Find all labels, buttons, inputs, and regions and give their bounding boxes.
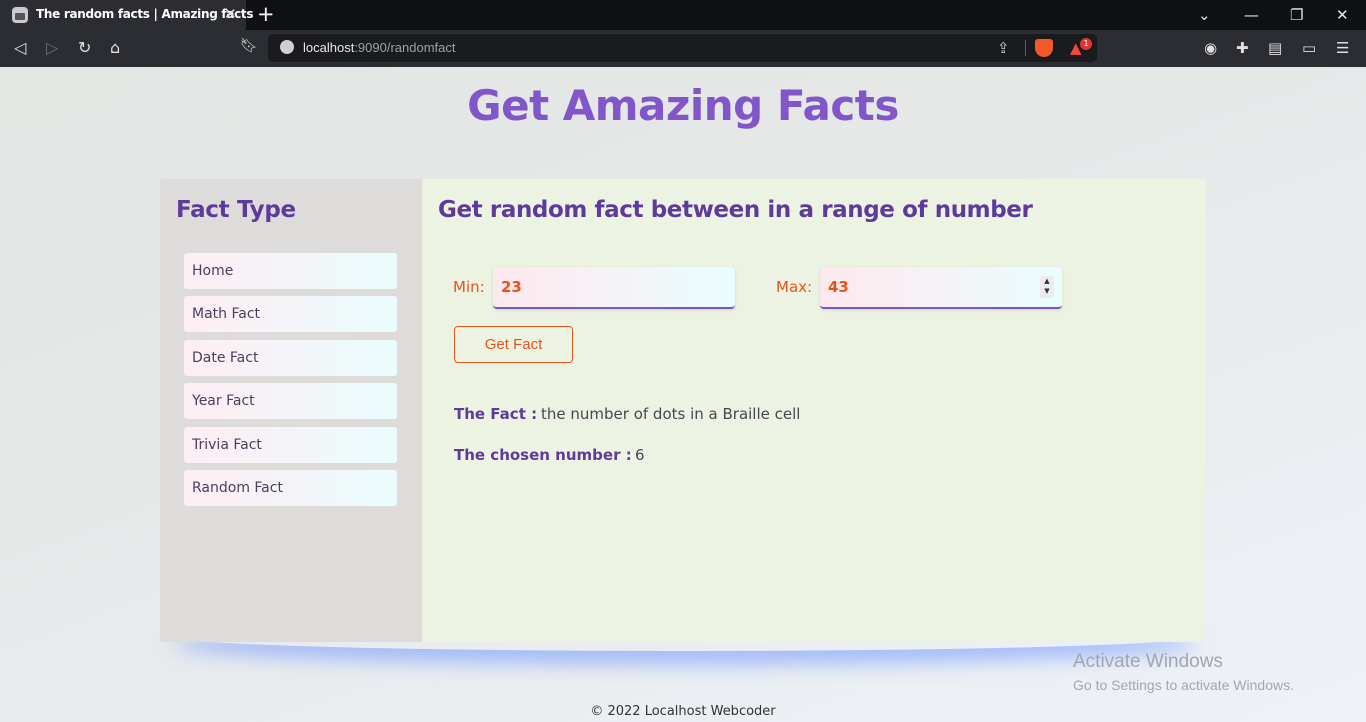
browser-toolbar: ◁ ▷ ↻ ⌂ 🔖︎ localhost:9090/randomfact ⇪ ▲… (0, 30, 1366, 67)
address-separator (1025, 40, 1026, 56)
min-input[interactable]: 23 (493, 267, 735, 309)
forward-icon[interactable]: ▷ (46, 38, 58, 57)
number-spinner-icon[interactable]: ▲ ▼ (1040, 276, 1054, 298)
browser-tab-bar: The random facts | Amazing facts ✕ + ⌄ —… (0, 0, 1366, 30)
get-fact-button[interactable]: Get Fact (454, 326, 573, 363)
main-panel: Get random fact between in a range of nu… (422, 179, 1206, 642)
chosen-number-value: 6 (635, 446, 645, 464)
back-icon[interactable]: ◁ (14, 38, 26, 57)
chosen-number-label: The chosen number : (454, 446, 632, 464)
restore-icon[interactable]: ❐ (1290, 6, 1303, 24)
fact-value: the number of dots in a Braille cell (541, 405, 801, 423)
nav-item-home[interactable]: Home (184, 253, 397, 289)
url-host: localhost (303, 40, 355, 55)
extensions-icon[interactable]: ✚ (1236, 39, 1249, 57)
main-title: Get random fact between in a range of nu… (438, 197, 1033, 223)
fact-label: The Fact : (454, 405, 538, 423)
nav-item-random-fact[interactable]: Random Fact (184, 470, 397, 506)
fact-card: Fact Type Home Math Fact Date Fact Year … (160, 179, 1206, 642)
page-content: Get Amazing Facts Fact Type Home Math Fa… (0, 67, 1366, 722)
sidebar-toggle-icon[interactable]: ▤ (1268, 39, 1282, 57)
activate-windows-title: Activate Windows (1073, 651, 1223, 672)
reload-icon[interactable]: ↻ (78, 38, 91, 57)
bookmark-icon[interactable]: 🔖︎ (240, 38, 258, 54)
window-close-icon[interactable]: ✕ (1336, 6, 1349, 24)
tab-search-chevron-icon[interactable]: ⌄ (1198, 6, 1211, 24)
rewards-badge: 1 (1080, 38, 1092, 50)
tab-favicon-icon (12, 7, 28, 23)
nav-item-math-fact[interactable]: Math Fact (184, 296, 397, 332)
brave-shields-icon[interactable] (1035, 39, 1053, 57)
max-label: Max: (776, 278, 813, 296)
min-label: Min: (453, 278, 485, 296)
tab-close-icon[interactable]: ✕ (224, 5, 237, 23)
activate-windows-subtitle: Go to Settings to activate Windows. (1073, 677, 1294, 693)
site-info-icon[interactable] (280, 40, 294, 54)
url-text: localhost:9090/randomfact (303, 40, 456, 55)
sidebar-title: Fact Type (176, 197, 296, 223)
url-path: :9090/randomfact (354, 40, 456, 55)
sidebar: Fact Type Home Math Fact Date Fact Year … (160, 179, 422, 642)
max-input[interactable]: 43 ▲ ▼ (820, 267, 1062, 309)
nav-item-trivia-fact[interactable]: Trivia Fact (184, 427, 397, 463)
max-input-value: 43 (828, 278, 849, 296)
nav-item-year-fact[interactable]: Year Fact (184, 383, 397, 419)
nav-item-date-fact[interactable]: Date Fact (184, 340, 397, 376)
page-title: Get Amazing Facts (467, 81, 899, 130)
address-bar[interactable]: localhost:9090/randomfact ⇪ ▲ 1 (268, 34, 1097, 62)
wallet-icon[interactable]: ▭ (1302, 39, 1316, 57)
minimize-icon[interactable]: — (1244, 6, 1259, 24)
footer-copyright: © 2022 Localhost Webcoder (590, 704, 776, 719)
profile-icon[interactable]: ◉ (1204, 39, 1217, 57)
browser-tab[interactable]: The random facts | Amazing facts ✕ (0, 0, 253, 30)
home-icon[interactable]: ⌂ (110, 38, 120, 57)
menu-icon[interactable]: ☰ (1336, 39, 1349, 57)
new-tab-icon[interactable]: + (257, 2, 275, 26)
share-icon[interactable]: ⇪ (997, 39, 1010, 57)
tab-title: The random facts | Amazing facts (36, 7, 254, 21)
